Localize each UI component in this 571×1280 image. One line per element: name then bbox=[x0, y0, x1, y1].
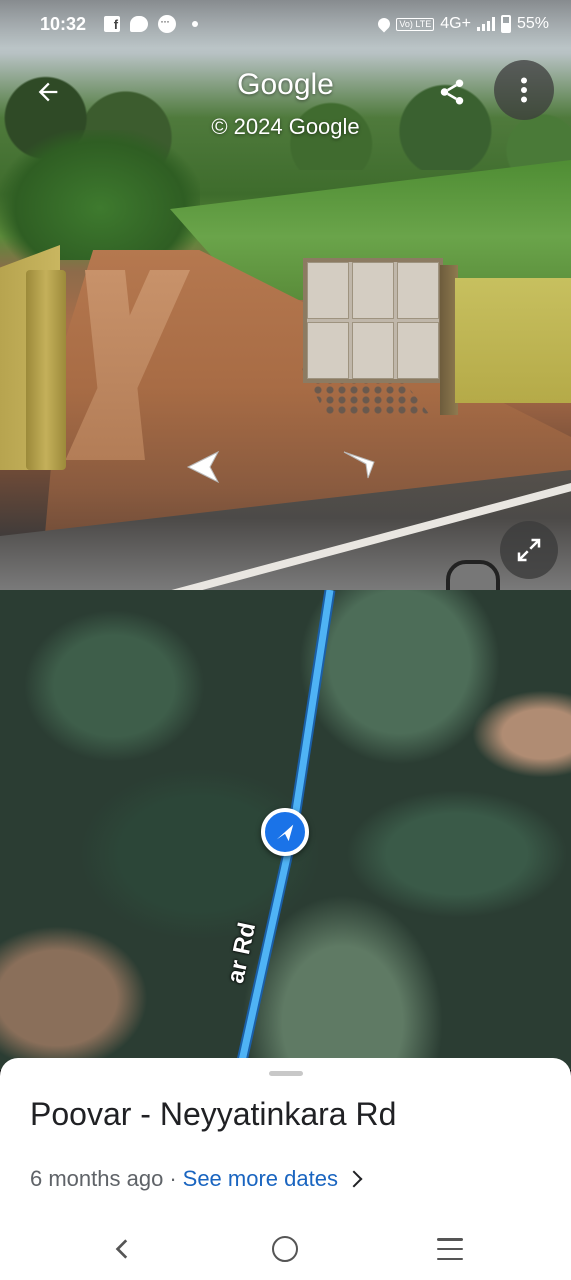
gate-post-left bbox=[26, 270, 66, 470]
separator: · bbox=[169, 1166, 177, 1191]
share-button[interactable] bbox=[430, 70, 474, 114]
capture-age: 6 months ago bbox=[30, 1166, 164, 1191]
capture-date-row: 6 months ago · See more dates bbox=[30, 1166, 363, 1192]
place-title: Poovar - Neyyatinkara Rd bbox=[30, 1096, 397, 1132]
nav-recents-icon[interactable] bbox=[437, 1238, 463, 1260]
battery-icon bbox=[500, 15, 511, 33]
see-more-dates-link[interactable]: See more dates bbox=[183, 1166, 338, 1192]
metal-gate bbox=[303, 258, 443, 383]
painted-wall-right bbox=[455, 278, 571, 403]
expand-icon bbox=[517, 538, 541, 562]
direction-arrow-icon bbox=[276, 824, 294, 842]
location-icon bbox=[375, 15, 393, 33]
battery-level: 55% bbox=[516, 15, 549, 32]
navigate-left-arrow[interactable] bbox=[180, 448, 222, 491]
navigate-right-arrow[interactable] bbox=[340, 446, 378, 485]
chevron-right-icon[interactable] bbox=[345, 1170, 363, 1188]
street-view-title: Google bbox=[237, 68, 334, 101]
chevron-left-icon bbox=[186, 450, 220, 484]
system-nav-bar bbox=[0, 1218, 571, 1280]
share-icon bbox=[440, 79, 464, 105]
street-view-header: Google © 2024 Google bbox=[0, 58, 571, 158]
facebook-icon: f bbox=[104, 16, 121, 32]
more-options-button[interactable] bbox=[494, 60, 554, 120]
status-time: 10:32 bbox=[40, 13, 87, 34]
dot-icon bbox=[192, 21, 199, 27]
chevron-right-icon bbox=[343, 451, 375, 479]
drag-handle[interactable] bbox=[269, 1071, 303, 1076]
expand-button[interactable] bbox=[500, 521, 558, 579]
volte-icon: Vo) LTE bbox=[396, 17, 435, 31]
street-view-panorama[interactable]: 10:32 f Vo) LTE 4G+ 55% Google © 2024 Go… bbox=[0, 0, 571, 590]
copyright-label: © 2024 Google bbox=[211, 114, 360, 139]
more-vert-icon bbox=[521, 77, 527, 103]
nav-home-icon[interactable] bbox=[272, 1236, 298, 1262]
messenger-icon bbox=[158, 14, 177, 33]
chat-icon bbox=[130, 16, 149, 32]
location-pin[interactable] bbox=[261, 808, 309, 856]
status-bar: 10:32 f Vo) LTE 4G+ 55% bbox=[0, 0, 571, 48]
network-type: 4G+ bbox=[440, 15, 471, 32]
signal-icon bbox=[476, 17, 495, 31]
satellite-map[interactable]: ar Rd bbox=[0, 590, 571, 1070]
nav-back-icon[interactable] bbox=[110, 1236, 136, 1262]
car-mirror bbox=[446, 560, 500, 590]
